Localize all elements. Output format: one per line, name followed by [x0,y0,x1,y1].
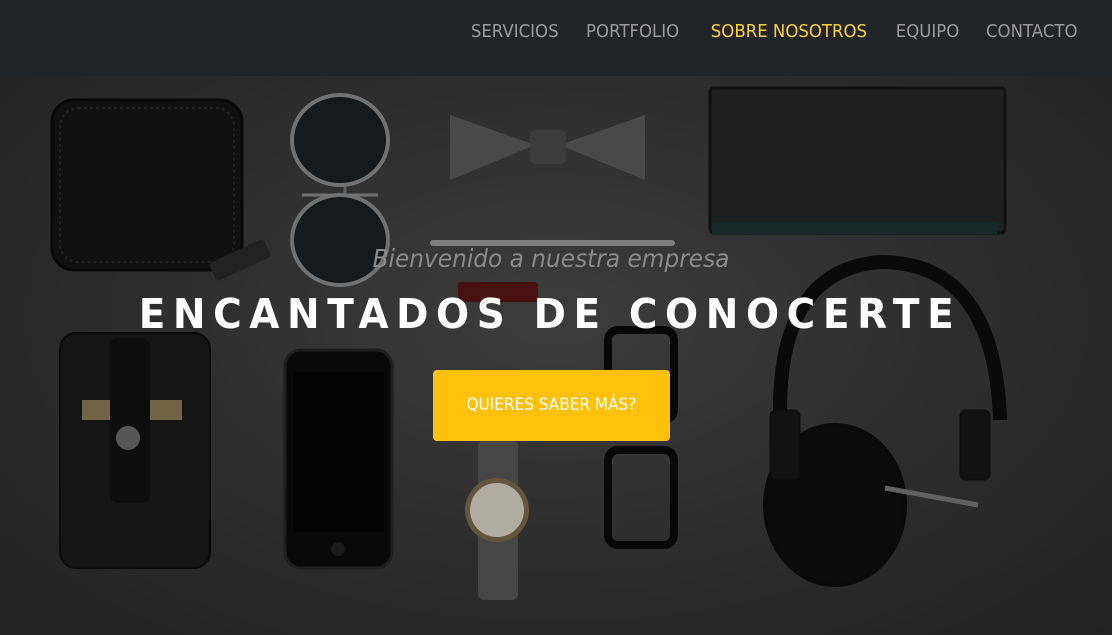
cta-button-label: QUIERES SABER MÁS? [466,395,637,415]
navbar: SERVICIOS PORTFOLIO SOBRE NOSOTROS EQUIP… [0,0,1112,76]
cta-button[interactable]: QUIERES SABER MÁS? [433,370,670,441]
hero-subheading: Bienvenido a nuestra empresa [372,244,730,273]
nav-menu: SERVICIOS PORTFOLIO SOBRE NOSOTROS EQUIP… [457,20,1092,44]
nav-item-contacto[interactable]: CONTACTO [977,20,1087,44]
nav-item-servicios[interactable]: SERVICIOS [461,20,567,44]
page: SERVICIOS PORTFOLIO SOBRE NOSOTROS EQUIP… [0,0,1112,635]
nav-item-sobre-nosotros[interactable]: SOBRE NOSOTROS [701,20,876,44]
nav-item-equipo[interactable]: EQUIPO [887,20,969,44]
hero-heading: ENCANTADOS DE CONOCERTE [138,290,962,338]
nav-item-portfolio[interactable]: PORTFOLIO [577,20,689,44]
